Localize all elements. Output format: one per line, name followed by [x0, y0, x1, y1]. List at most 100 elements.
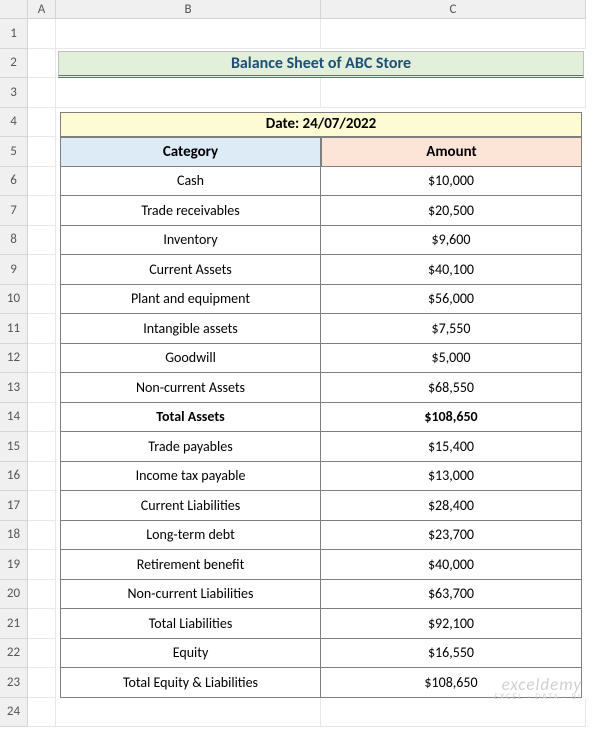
empty-cell[interactable] — [28, 19, 56, 49]
empty-cell[interactable] — [28, 550, 56, 580]
empty-cell[interactable] — [28, 49, 56, 79]
category-cell[interactable]: Non-current Assets — [60, 373, 321, 403]
row-header[interactable]: 8 — [0, 226, 28, 256]
empty-cell[interactable] — [28, 108, 56, 138]
category-cell[interactable]: Non-current Liabilities — [60, 580, 321, 610]
empty-cell[interactable] — [28, 255, 56, 285]
row-header[interactable]: 2 — [0, 49, 28, 79]
amount-cell[interactable]: $5,000 — [321, 344, 582, 374]
row-header[interactable]: 13 — [0, 373, 28, 403]
amount-cell[interactable]: $40,000 — [321, 550, 582, 580]
row-header[interactable]: 19 — [0, 550, 28, 580]
empty-cell[interactable] — [28, 698, 56, 728]
row-header[interactable]: 20 — [0, 580, 28, 610]
empty-cell[interactable] — [28, 639, 56, 669]
amount-cell[interactable]: $16,550 — [321, 639, 582, 669]
category-cell[interactable]: Total Assets — [60, 403, 321, 433]
empty-cell[interactable] — [28, 314, 56, 344]
amount-cell[interactable]: $20,500 — [321, 196, 582, 226]
empty-cell[interactable] — [56, 698, 321, 728]
category-cell[interactable]: Long-term debt — [60, 521, 321, 551]
empty-cell[interactable] — [28, 226, 56, 256]
category-cell[interactable]: Trade payables — [60, 432, 321, 462]
category-cell[interactable]: Intangible assets — [60, 314, 321, 344]
amount-cell[interactable]: $13,000 — [321, 462, 582, 492]
amount-cell[interactable]: $28,400 — [321, 491, 582, 521]
column-header-c[interactable]: C — [321, 0, 586, 19]
empty-cell[interactable] — [28, 344, 56, 374]
column-header-a[interactable]: A — [28, 0, 56, 19]
amount-cell[interactable]: $10,000 — [321, 167, 582, 197]
empty-cell[interactable] — [28, 137, 56, 167]
empty-cell[interactable] — [28, 78, 56, 108]
spreadsheet-grid: ABC 12 Balance Sheet of ABC Store 34 Date: 2… — [0, 0, 594, 727]
category-cell[interactable]: Trade receivables — [60, 196, 321, 226]
row-header[interactable]: 17 — [0, 491, 28, 521]
row-header[interactable]: 10 — [0, 285, 28, 315]
amount-cell[interactable]: $63,700 — [321, 580, 582, 610]
amount-cell[interactable]: $108,650 — [321, 403, 582, 433]
watermark-subtitle: EXCEL · DATA · BI — [494, 693, 582, 701]
amount-cell[interactable]: $15,400 — [321, 432, 582, 462]
empty-cell[interactable] — [28, 167, 56, 197]
empty-cell[interactable] — [28, 580, 56, 610]
watermark-title: exceldemy — [494, 676, 582, 693]
row-header[interactable]: 18 — [0, 521, 28, 551]
category-cell[interactable]: Current Assets — [60, 255, 321, 285]
empty-cell[interactable] — [28, 609, 56, 639]
amount-cell[interactable]: $23,700 — [321, 521, 582, 551]
category-cell[interactable]: Inventory — [60, 226, 321, 256]
category-cell[interactable]: Total Liabilities — [60, 609, 321, 639]
category-cell[interactable]: Cash — [60, 167, 321, 197]
empty-cell[interactable] — [56, 19, 321, 49]
row-header[interactable]: 4 — [0, 108, 28, 138]
row-header[interactable]: 16 — [0, 462, 28, 492]
empty-cell[interactable] — [321, 19, 586, 49]
row-header[interactable]: 23 — [0, 668, 28, 698]
row-header[interactable]: 5 — [0, 137, 28, 167]
header-category[interactable]: Category — [60, 137, 321, 167]
empty-cell[interactable] — [28, 521, 56, 551]
category-cell[interactable]: Plant and equipment — [60, 285, 321, 315]
row-header[interactable]: 14 — [0, 403, 28, 433]
empty-cell[interactable] — [28, 668, 56, 698]
category-cell[interactable]: Total Equity & Liabilities — [60, 668, 321, 698]
amount-cell[interactable]: $7,550 — [321, 314, 582, 344]
sheet-title[interactable]: Balance Sheet of ABC Store — [58, 51, 584, 79]
empty-cell[interactable] — [28, 373, 56, 403]
row-header[interactable]: 6 — [0, 167, 28, 197]
column-header-b[interactable]: B — [56, 0, 321, 19]
row-header[interactable]: 11 — [0, 314, 28, 344]
empty-cell[interactable] — [28, 462, 56, 492]
row-header[interactable]: 21 — [0, 609, 28, 639]
category-cell[interactable]: Retirement benefit — [60, 550, 321, 580]
empty-cell[interactable] — [56, 78, 321, 108]
amount-cell[interactable]: $92,100 — [321, 609, 582, 639]
amount-cell[interactable]: $40,100 — [321, 255, 582, 285]
date-row[interactable]: Date: 24/07/2022 — [60, 112, 582, 138]
row-header[interactable]: 22 — [0, 639, 28, 669]
header-amount[interactable]: Amount — [321, 137, 582, 167]
select-all-corner[interactable] — [0, 0, 28, 19]
row-header[interactable]: 3 — [0, 78, 28, 108]
row-header[interactable]: 12 — [0, 344, 28, 374]
empty-cell[interactable] — [28, 432, 56, 462]
empty-cell[interactable] — [28, 196, 56, 226]
amount-cell[interactable]: $9,600 — [321, 226, 582, 256]
empty-cell[interactable] — [28, 491, 56, 521]
row-header[interactable]: 15 — [0, 432, 28, 462]
row-header[interactable]: 9 — [0, 255, 28, 285]
empty-cell[interactable] — [28, 285, 56, 315]
watermark: exceldemy EXCEL · DATA · BI — [494, 676, 582, 701]
row-header[interactable]: 24 — [0, 698, 28, 728]
row-header[interactable]: 7 — [0, 196, 28, 226]
category-cell[interactable]: Current Liabilities — [60, 491, 321, 521]
category-cell[interactable]: Equity — [60, 639, 321, 669]
empty-cell[interactable] — [28, 403, 56, 433]
empty-cell[interactable] — [321, 78, 586, 108]
row-header[interactable]: 1 — [0, 19, 28, 49]
amount-cell[interactable]: $68,550 — [321, 373, 582, 403]
amount-cell[interactable]: $56,000 — [321, 285, 582, 315]
category-cell[interactable]: Income tax payable — [60, 462, 321, 492]
category-cell[interactable]: Goodwill — [60, 344, 321, 374]
